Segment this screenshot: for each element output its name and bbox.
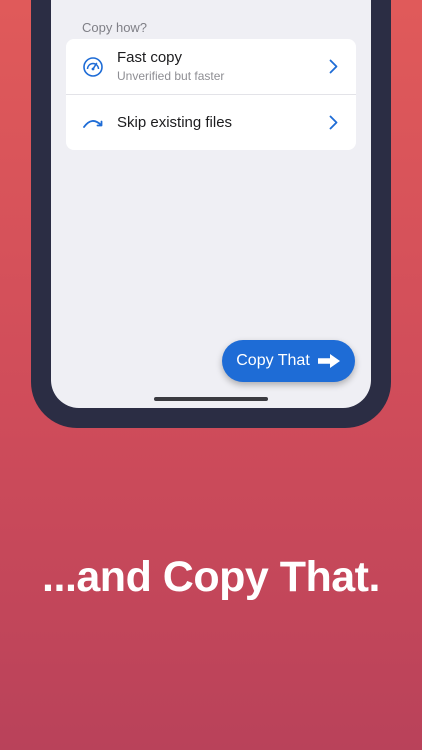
phone-screen: Copy how? Fast copy Unverified but faste… xyxy=(51,0,371,408)
tagline-text: ...and Copy That. xyxy=(42,553,380,601)
option-fast-copy-text: Fast copy Unverified but faster xyxy=(117,49,316,84)
arrow-right-icon xyxy=(317,353,341,369)
speedometer-icon xyxy=(82,56,104,78)
section-header: Copy how? xyxy=(82,20,148,35)
skip-arc-icon xyxy=(82,112,104,134)
copy-that-button[interactable]: Copy That xyxy=(222,340,355,382)
option-fast-copy[interactable]: Fast copy Unverified but faster xyxy=(66,39,356,94)
copy-that-label: Copy That xyxy=(236,352,310,369)
option-title: Fast copy xyxy=(117,49,183,66)
chevron-right-icon xyxy=(327,115,339,131)
option-subtitle: Unverified but faster xyxy=(117,69,225,83)
chevron-right-icon xyxy=(327,59,339,75)
option-skip-existing-text: Skip existing files xyxy=(117,114,316,132)
option-title: Skip existing files xyxy=(117,113,233,131)
home-indicator xyxy=(154,397,268,401)
phone-frame: Copy how? Fast copy Unverified but faste… xyxy=(31,0,391,428)
option-skip-existing[interactable]: Skip existing files xyxy=(66,94,356,150)
copy-options-list: Fast copy Unverified but faster Skip exi… xyxy=(66,39,356,150)
